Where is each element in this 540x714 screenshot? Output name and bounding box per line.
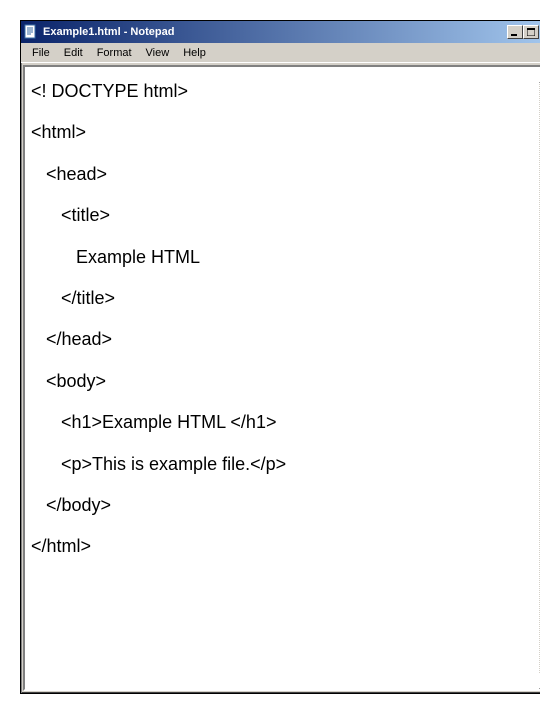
text-editor[interactable]: <! DOCTYPE html> <html> <head> <title> E… bbox=[25, 67, 539, 689]
notepad-icon bbox=[23, 24, 39, 40]
minimize-button[interactable] bbox=[507, 25, 523, 39]
menu-edit[interactable]: Edit bbox=[57, 45, 90, 61]
menu-file[interactable]: File bbox=[25, 45, 57, 61]
client-area: <! DOCTYPE html> <html> <head> <title> E… bbox=[23, 65, 540, 691]
window-controls bbox=[507, 25, 540, 39]
notepad-window: Example1.html - Notepad File Edit Format… bbox=[20, 20, 540, 694]
titlebar[interactable]: Example1.html - Notepad bbox=[21, 21, 540, 43]
menu-format[interactable]: Format bbox=[90, 45, 139, 61]
maximize-button[interactable] bbox=[523, 25, 539, 39]
menu-help[interactable]: Help bbox=[176, 45, 213, 61]
menubar: File Edit Format View Help bbox=[21, 43, 540, 63]
window-title: Example1.html - Notepad bbox=[43, 26, 507, 38]
menu-view[interactable]: View bbox=[139, 45, 177, 61]
